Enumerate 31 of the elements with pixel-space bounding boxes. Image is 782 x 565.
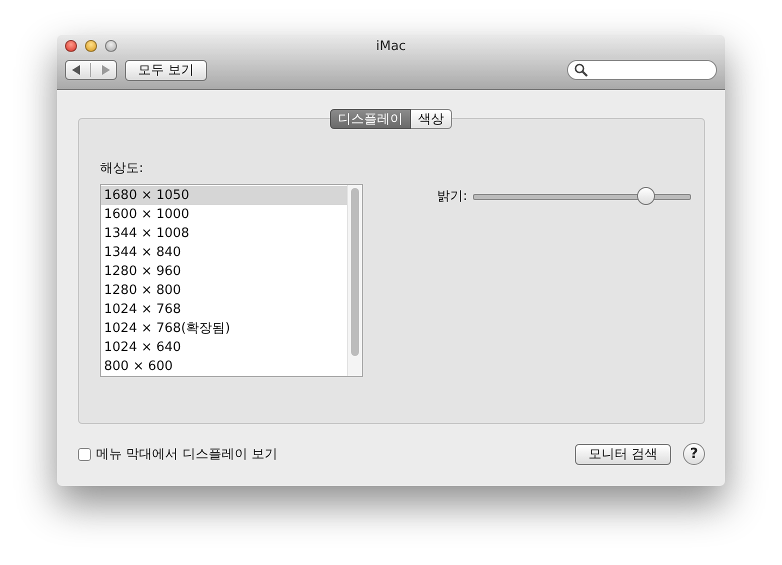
back-icon[interactable] [70, 65, 81, 75]
resolution-option[interactable]: 1600 × 1000 [101, 205, 347, 224]
resolution-label: 해상도: [100, 160, 144, 177]
resolution-list[interactable]: 1680 × 1050 1600 × 1000 1344 × 1008 1344 × 840 1280 × 960 1280 × 800 1024 × 768 1024 × 768(확장됨) 1024 × 640 800 × 600 [100, 184, 363, 377]
search-field[interactable] [567, 60, 717, 80]
resolution-option[interactable]: 1344 × 840 [101, 243, 347, 262]
resolution-option[interactable]: 1280 × 960 [101, 262, 347, 281]
scrollbar-thumb[interactable] [351, 188, 359, 356]
search-icon [574, 63, 588, 77]
brightness-slider[interactable] [473, 186, 692, 206]
tab[interactable]: 디스플레이 [330, 109, 411, 129]
resolution-option[interactable]: 800 × 600 [101, 357, 347, 376]
back-forward-control[interactable] [65, 60, 117, 80]
tab[interactable]: 색상 [411, 109, 452, 129]
brightness-label: 밝기: [437, 188, 468, 205]
resolution-option[interactable]: 1024 × 768 [101, 300, 347, 319]
forward-icon[interactable] [101, 65, 112, 75]
detect-displays-button[interactable]: 모니터 검색 [575, 444, 671, 464]
checkbox-label: 메뉴 막대에서 디스플레이 보기 [96, 446, 278, 463]
resolution-option[interactable]: 1280 × 800 [101, 281, 347, 300]
zoom-button[interactable] [105, 40, 117, 52]
resolution-option[interactable]: 1344 × 1008 [101, 224, 347, 243]
resolution-option[interactable]: 1680 × 1050 [101, 186, 347, 205]
window-title: iMac [376, 38, 406, 54]
show-all-button[interactable]: 모두 보기 [125, 60, 207, 80]
resolution-option[interactable]: 1024 × 640 [101, 338, 347, 357]
close-button[interactable] [65, 40, 77, 52]
minimize-button[interactable] [85, 40, 97, 52]
checkbox[interactable] [78, 448, 91, 460]
help-button[interactable]: ? [683, 443, 705, 465]
resolution-option[interactable]: 1024 × 768(확장됨) [101, 319, 347, 338]
